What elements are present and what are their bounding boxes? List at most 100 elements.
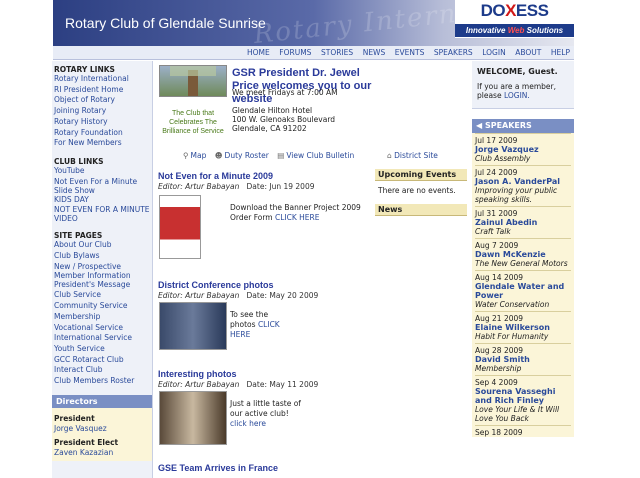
- link-roster[interactable]: Club Members Roster: [52, 376, 152, 387]
- conference-photo[interactable]: [159, 302, 227, 350]
- link-new-members[interactable]: For New Members: [52, 138, 152, 149]
- speaker-entry: Jul 24 2009 Jason A. VanderPal Improving y…: [475, 165, 571, 206]
- speaker-topic: Club Assembly: [475, 154, 531, 163]
- link-presidents-message[interactable]: President's Message: [52, 280, 152, 291]
- left-sidebar: ROTARY LINKS Rotary International RI Pre…: [52, 61, 153, 478]
- link-prospective[interactable]: New / Prospective Member Information: [52, 262, 152, 280]
- speaker-name[interactable]: Elaine Wilkerson: [475, 323, 571, 332]
- nav-speakers[interactable]: SPEAKERS: [434, 48, 473, 57]
- speaker-name[interactable]: David Smith: [475, 355, 571, 364]
- login-link[interactable]: LOGIN.: [504, 91, 530, 100]
- speaker-topic: Water Conservation: [475, 300, 550, 309]
- nav-home[interactable]: HOME: [247, 48, 270, 57]
- link-video[interactable]: NOT EVEN FOR A MINUTE VIDEO: [52, 205, 152, 223]
- home-icon: ⌂: [387, 151, 392, 160]
- speaker-topic: Love Your Life & It Will Love You Back: [475, 405, 560, 423]
- speaker-date: Aug 14 2009: [475, 270, 571, 282]
- document-icon: ▤: [277, 151, 285, 160]
- news-date: Date: May 11 2009: [246, 380, 319, 389]
- address-line: Glendale Hilton Hotel: [232, 106, 313, 115]
- news-item: District Conference photos Editor: Artur…: [158, 280, 373, 360]
- main-content: The Club that Celebrates The Brilliance …: [155, 61, 373, 478]
- news-link[interactable]: CLICK HERE: [275, 213, 320, 222]
- link-club-service[interactable]: Club Service: [52, 290, 152, 301]
- director-name[interactable]: Jorge Vasquez: [54, 424, 150, 435]
- club-links-heading: CLUB LINKS: [54, 156, 104, 166]
- welcome-title: GSR President Dr. Jewel Price welcomes y…: [232, 67, 372, 105]
- address-line: Glendale, CA 91202: [232, 124, 307, 133]
- speaker-topic: Habit For Humanity: [475, 332, 549, 341]
- speaker-name[interactable]: Glendale Water and Power: [475, 282, 571, 300]
- speaker-topic: The New General Motors: [475, 259, 568, 268]
- banner-image[interactable]: [159, 195, 201, 259]
- nav-news[interactable]: NEWS: [363, 48, 386, 57]
- link-international[interactable]: International Service: [52, 333, 152, 344]
- link-community-service[interactable]: Community Service: [52, 301, 152, 312]
- speaker-name[interactable]: Jorge Vazquez: [475, 145, 571, 154]
- speaker-entry: Sep 4 2009 Sourena Vasseghi and Rich Finl…: [475, 375, 571, 425]
- link-object-of-rotary[interactable]: Object of Rotary: [52, 95, 152, 106]
- doxess-logo[interactable]: DOXESS Innovative Web Solutions: [455, 0, 574, 38]
- link-interact[interactable]: Interact Club: [52, 365, 152, 376]
- speaker-entry: Aug 21 2009 Elaine Wilkerson Habit For Hum…: [475, 311, 571, 343]
- map-icon: ⚲: [183, 151, 189, 160]
- nav-forums[interactable]: FORUMS: [279, 48, 311, 57]
- link-about-club[interactable]: About Our Club: [52, 240, 152, 251]
- no-events-text: There are no events.: [378, 186, 456, 195]
- speaker-topic: Membership: [475, 364, 522, 373]
- speaker-name[interactable]: Dawn McKenzie: [475, 250, 571, 259]
- news-title[interactable]: District Conference photos: [158, 280, 373, 290]
- upcoming-events-heading: Upcoming Events: [375, 169, 467, 181]
- logo-text-b: X: [505, 1, 516, 20]
- quick-links: ⚲ Map ☻ Duty Roster ▤ View Club Bulletin: [183, 151, 373, 160]
- nav-stories[interactable]: STORIES: [321, 48, 353, 57]
- speaker-date: Jul 24 2009: [475, 165, 571, 177]
- nav-help[interactable]: HELP: [551, 48, 570, 57]
- link-rotary-history[interactable]: Rotary History: [52, 117, 152, 128]
- right-sidebar: WELCOME, Guest. If you are a member, ple…: [472, 61, 574, 478]
- news-link[interactable]: click here: [230, 419, 266, 428]
- director-role: President Elect: [54, 438, 119, 448]
- speaker-date: Sep 18 2009: [475, 425, 571, 437]
- club-sign-image: [159, 65, 227, 97]
- rotary-links-heading: ROTARY LINKS: [54, 65, 115, 74]
- link-ri-president[interactable]: RI President Home: [52, 85, 152, 96]
- link-youtube[interactable]: YouTube: [52, 166, 152, 177]
- link-youth[interactable]: Youth Service: [52, 344, 152, 355]
- news-date: Date: Jun 19 2009: [246, 182, 315, 191]
- speaker-entry: Aug 28 2009 David Smith Membership: [475, 343, 571, 375]
- speaker-name[interactable]: Jason A. VanderPal: [475, 177, 571, 186]
- speaker-icon: ◀: [476, 121, 483, 130]
- director-name[interactable]: Zaven Kazazian: [54, 448, 150, 459]
- news-title[interactable]: Not Even for a Minute 2009: [158, 171, 373, 181]
- meeting-address: Glendale Hilton Hotel 100 W. Glenoaks Bo…: [232, 106, 335, 133]
- district-site-link[interactable]: ⌂ District Site: [387, 151, 438, 160]
- speaker-date: Aug 7 2009: [475, 238, 571, 250]
- bulletin-link[interactable]: ▤ View Club Bulletin: [277, 151, 354, 160]
- club-photo[interactable]: [159, 391, 227, 445]
- site-title[interactable]: Rotary Club of Glendale Sunrise: [65, 15, 266, 31]
- news-title[interactable]: GSE Team Arrives in France: [158, 463, 373, 473]
- speaker-entry: Aug 14 2009 Glendale Water and Power Water…: [475, 270, 571, 311]
- link-joining-rotary[interactable]: Joining Rotary: [52, 106, 152, 117]
- map-link[interactable]: ⚲ Map: [183, 151, 206, 160]
- link-vocational[interactable]: Vocational Service: [52, 323, 152, 334]
- link-rotary-international[interactable]: Rotary International: [52, 74, 152, 85]
- logo-text-a: DO: [480, 1, 506, 20]
- nav-login[interactable]: LOGIN: [482, 48, 505, 57]
- nav-about[interactable]: ABOUT: [515, 48, 541, 57]
- speaker-name[interactable]: Sourena Vasseghi and Rich Finley: [475, 387, 571, 405]
- speaker-name[interactable]: Zainul Abedin: [475, 218, 571, 227]
- link-rotaract[interactable]: GCC Rotaract Club: [52, 355, 152, 366]
- link-bylaws[interactable]: Club Bylaws: [52, 251, 152, 262]
- link-slide-show[interactable]: Not Even For a Minute Slide Show: [52, 177, 152, 195]
- link-rotary-foundation[interactable]: Rotary Foundation: [52, 128, 152, 139]
- link-kids-day[interactable]: KIDS DAY: [52, 195, 152, 206]
- nav-events[interactable]: EVENTS: [395, 48, 425, 57]
- speaker-entry: Aug 7 2009 Dawn McKenzie The New General M…: [475, 238, 571, 270]
- speaker-date: Aug 21 2009: [475, 311, 571, 323]
- news-title[interactable]: Interesting photos: [158, 369, 373, 379]
- news-editor: Editor: Artur Babayan: [158, 291, 240, 300]
- duty-roster-link[interactable]: ☻ Duty Roster: [215, 151, 269, 160]
- link-membership[interactable]: Membership: [52, 312, 152, 323]
